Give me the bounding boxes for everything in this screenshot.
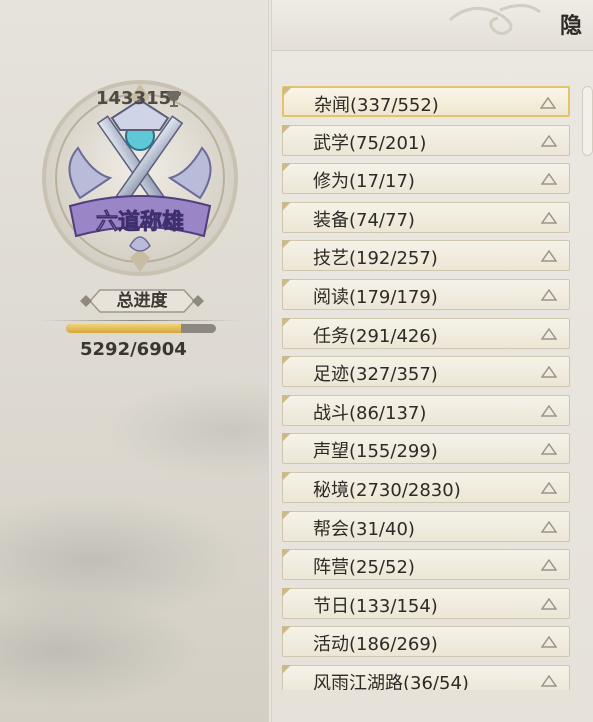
category-item[interactable]: 杂闻(337/552) xyxy=(282,86,570,117)
total-progress-label: 总进度 xyxy=(116,291,168,311)
corner-ornament xyxy=(282,240,291,249)
category-label: 风雨江湖路(36/54) xyxy=(313,673,469,690)
category-label: 足迹(327/357) xyxy=(313,364,438,385)
triangle-up-icon[interactable] xyxy=(541,135,557,147)
category-label: 节日(133/154) xyxy=(313,596,438,617)
corner-ornament xyxy=(282,588,291,597)
triangle-up-icon[interactable] xyxy=(541,598,557,610)
total-progress-bar xyxy=(66,324,216,333)
triangle-up-icon[interactable] xyxy=(541,675,557,687)
triangle-up-icon[interactable] xyxy=(541,636,557,648)
triangle-up-icon[interactable] xyxy=(541,405,557,417)
corner-ornament xyxy=(282,318,291,327)
triangle-up-icon[interactable] xyxy=(541,521,557,533)
cloud-swirl-decoration xyxy=(448,4,541,35)
category-label: 阵营(25/52) xyxy=(313,557,415,578)
corner-ornament xyxy=(282,472,291,481)
category-item[interactable]: 足迹(327/357) xyxy=(282,356,570,387)
corner-ornament xyxy=(282,163,291,172)
total-progress-label-frame: 总进度 xyxy=(80,288,204,314)
corner-ornament xyxy=(282,433,291,442)
corner-ornament xyxy=(282,125,291,134)
category-label: 战斗(86/137) xyxy=(313,403,427,424)
category-item[interactable]: 节日(133/154) xyxy=(282,588,570,619)
category-label: 活动(186/269) xyxy=(313,634,438,655)
category-item[interactable]: 修为(17/17) xyxy=(282,163,570,194)
list-scrollbar[interactable] xyxy=(582,86,593,156)
corner-ornament xyxy=(282,511,291,520)
corner-ornament xyxy=(282,665,291,674)
triangle-up-icon[interactable] xyxy=(541,443,557,455)
corner-ornament xyxy=(282,202,291,211)
category-item[interactable]: 声望(155/299) xyxy=(282,433,570,464)
category-item[interactable]: 阅读(179/179) xyxy=(282,279,570,310)
category-item[interactable]: 秘境(2730/2830) xyxy=(282,472,570,503)
category-label: 任务(291/426) xyxy=(313,326,438,347)
category-list[interactable]: 杂闻(337/552) 武学(75/201) 修为(17/17) 装备(74/77) 技… xyxy=(282,86,572,690)
category-label: 武学(75/201) xyxy=(313,133,427,154)
category-item[interactable]: 活动(186/269) xyxy=(282,626,570,657)
category-item[interactable]: 任务(291/426) xyxy=(282,318,570,349)
category-item[interactable]: 装备(74/77) xyxy=(282,202,570,233)
triangle-up-icon[interactable] xyxy=(541,250,557,262)
triangle-up-icon[interactable] xyxy=(541,366,557,378)
triangle-up-icon[interactable] xyxy=(541,482,557,494)
triangle-up-icon[interactable] xyxy=(541,289,557,301)
category-label: 秘境(2730/2830) xyxy=(313,480,461,501)
category-label: 阅读(179/179) xyxy=(313,287,438,308)
total-progress-bar-fill xyxy=(66,324,181,333)
triangle-up-icon[interactable] xyxy=(541,328,557,340)
corner-ornament xyxy=(282,279,291,288)
corner-ornament xyxy=(282,356,291,365)
trophy-icon xyxy=(167,91,181,107)
category-item[interactable]: 技艺(192/257) xyxy=(282,240,570,271)
tab-hidden[interactable]: 隐 xyxy=(560,8,582,40)
category-label: 装备(74/77) xyxy=(313,210,415,231)
corner-ornament xyxy=(282,549,291,558)
triangle-up-icon[interactable] xyxy=(540,97,556,109)
triangle-up-icon[interactable] xyxy=(541,173,557,185)
score-value: 143315 xyxy=(96,88,172,109)
category-item[interactable]: 武学(75/201) xyxy=(282,125,570,156)
triangle-up-icon[interactable] xyxy=(541,559,557,571)
panel-divider xyxy=(268,0,272,722)
corner-ornament xyxy=(283,87,292,96)
corner-ornament xyxy=(282,626,291,635)
emblem-title: 六道称雄 xyxy=(96,209,184,235)
category-label: 技艺(192/257) xyxy=(313,248,438,269)
corner-ornament xyxy=(282,395,291,404)
category-label: 帮会(31/40) xyxy=(313,519,415,540)
category-item[interactable]: 阵营(25/52) xyxy=(282,549,570,580)
total-progress-value: 5292/6904 xyxy=(80,339,187,360)
category-label: 声望(155/299) xyxy=(313,441,438,462)
category-item[interactable]: 帮会(31/40) xyxy=(282,511,570,542)
category-label: 修为(17/17) xyxy=(313,171,415,192)
category-item[interactable]: 风雨江湖路(36/54) xyxy=(282,665,570,690)
triangle-up-icon[interactable] xyxy=(541,212,557,224)
category-item[interactable]: 战斗(86/137) xyxy=(282,395,570,426)
category-label: 杂闻(337/552) xyxy=(314,95,439,116)
divider-line xyxy=(40,320,240,321)
